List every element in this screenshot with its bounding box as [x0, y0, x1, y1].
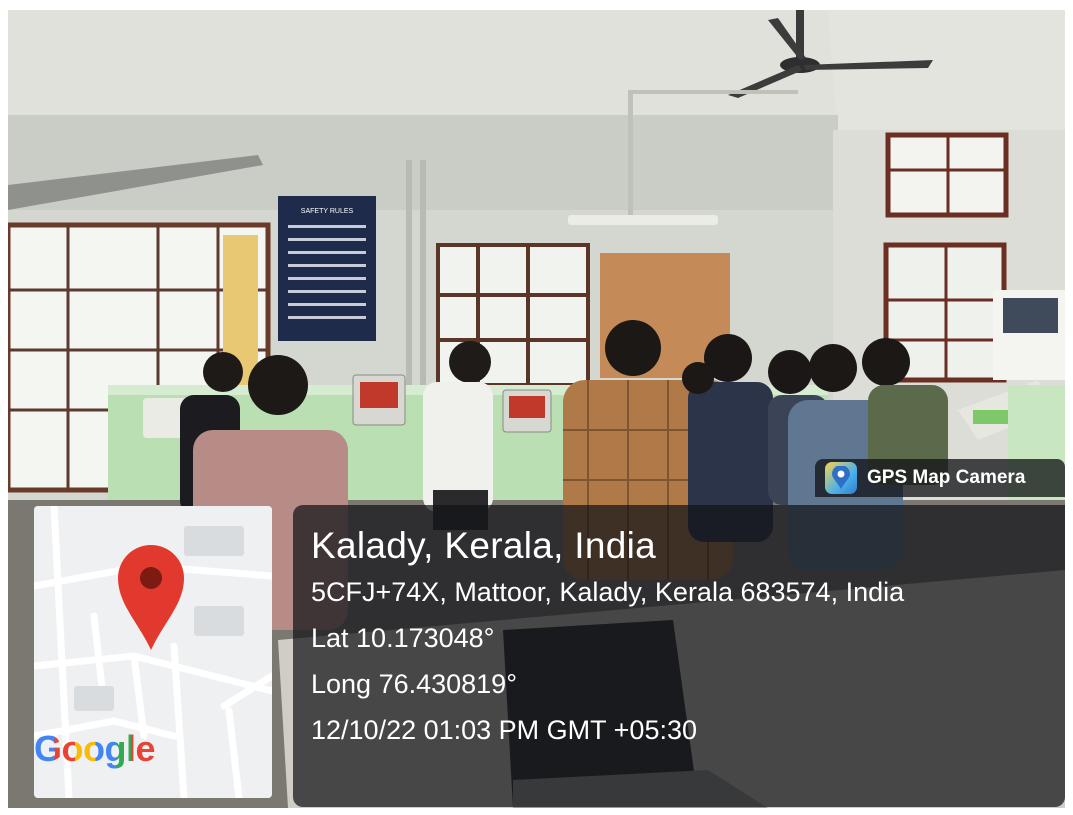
app-name: GPS Map Camera	[867, 467, 1026, 488]
photo-frame: SAFETY RULES Google GPS Map Camera Kalad…	[8, 10, 1065, 808]
timestamp-value: 12/10/22 01:03 PM GMT +05:30	[311, 715, 698, 745]
gps-info-panel: Kalady, Kerala, India 5CFJ+74X, Mattoor,…	[293, 505, 1065, 807]
place-name: Kalady, Kerala, India	[311, 525, 656, 566]
google-logo: Google	[34, 728, 156, 770]
location-pin-icon	[118, 545, 184, 650]
longitude-value: Long 76.430819°	[311, 669, 517, 699]
gps-map-camera-app-icon	[825, 462, 857, 494]
address-line: 5CFJ+74X, Mattoor, Kalady, Kerala 683574…	[311, 577, 905, 607]
google-logo-text: Google	[34, 728, 156, 769]
latitude-value: Lat 10.173048°	[311, 623, 495, 653]
gps-app-badge: GPS Map Camera	[815, 459, 1065, 497]
poster-heading: SAFETY RULES	[301, 208, 354, 215]
map-thumbnail: Google	[34, 506, 272, 798]
